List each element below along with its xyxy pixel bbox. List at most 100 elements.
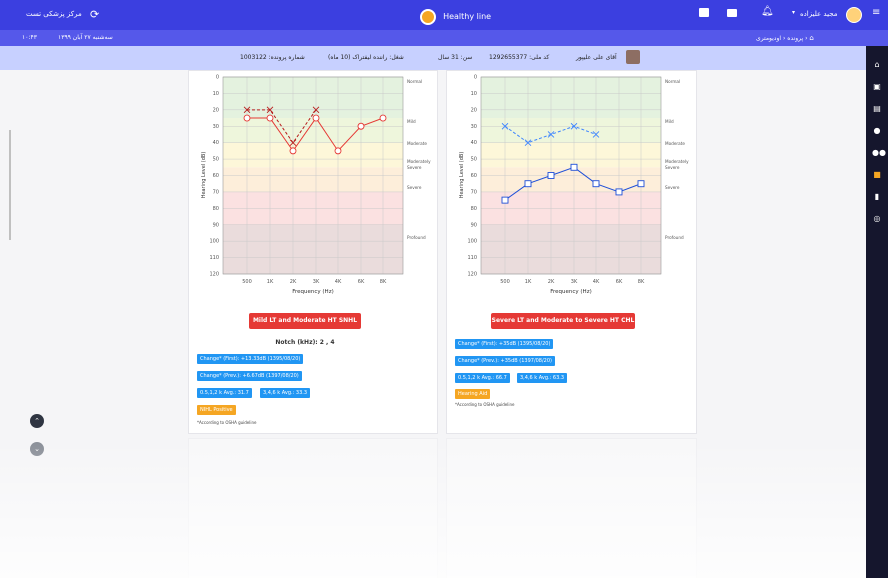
- folder-icon[interactable]: [727, 9, 737, 17]
- top-bar: ⟳ مرکز پزشکی تست Healthy line 🔔︎ ▾ مجید …: [0, 0, 888, 30]
- user-avatar[interactable]: [846, 7, 862, 23]
- left-chart-y-tick-label: 50: [213, 157, 219, 163]
- right-chart-data-point: [524, 180, 532, 188]
- right-chart-y-tick-label: 30: [471, 124, 477, 130]
- sub-bar: ۱۰:۴۳ سه‌شنبه ۲۷ آبان ۱۳۹۹ ⌂ ‹ پرونده ‹ …: [0, 30, 888, 46]
- right-chart-x-tick-label: 6K: [616, 279, 623, 285]
- left-chart-y-axis-label: Hearing Level (dB): [201, 152, 207, 199]
- left-chart-y-tick-label: 10: [213, 91, 219, 97]
- right-change-prev-chip: Change* (Prev.): +35dB (1397/08/20): [455, 356, 555, 366]
- chevron-down-icon[interactable]: ▾: [792, 9, 795, 16]
- right-chart-zone-band: [481, 77, 661, 119]
- left-chart-y-tick-label: 80: [213, 206, 219, 212]
- left-chart-zone-label: Moderate: [407, 141, 427, 146]
- users-icon[interactable]: ●●: [872, 148, 886, 158]
- app-logo[interactable]: Healthy line: [420, 6, 491, 25]
- right-chart-zone-band: [481, 142, 661, 168]
- patient-age: سن: 31 سال: [438, 54, 473, 61]
- right-chart-zone-label: Severe: [665, 185, 680, 190]
- left-chart-data-point: [243, 114, 251, 122]
- right-chart-y-tick-label: 10: [471, 91, 477, 97]
- scroll-down-button[interactable]: ⌄: [30, 442, 44, 456]
- left-audiogram-chart: NormalMildModerateModeratelySevereSevere…: [201, 75, 431, 296]
- left-high-avg-chip: 3,4,6 k Avg.: 33.3: [260, 388, 311, 398]
- right-chart-x-tick-label: 1K: [525, 279, 532, 285]
- left-chart-data-point: [266, 114, 274, 122]
- right-chart-y-tick-label: 50: [471, 157, 477, 163]
- patient-name: آقای علی علیپور: [576, 54, 617, 61]
- left-chart-y-tick-label: 30: [213, 124, 219, 130]
- right-osha-note: *According to OSHA guideline: [455, 402, 515, 407]
- notch-text: Notch (kHz): 2 , 4: [275, 339, 335, 346]
- scrollbar[interactable]: [9, 130, 11, 240]
- left-low-avg-chip: 0.5,1,2 k Avg.: 31.7: [197, 388, 252, 398]
- left-chart-data-point: [379, 114, 387, 122]
- left-osha-note: *According to OSHA guideline: [197, 420, 257, 425]
- logo-icon: [420, 8, 436, 25]
- right-chart-y-tick-label: 40: [471, 140, 477, 146]
- reflection-card-right: [446, 438, 697, 578]
- right-chart-y-tick-label: 100: [467, 239, 477, 245]
- right-sidebar: ⌂ ▣ ▤ ● ●● ■ ▮ ◎: [866, 46, 888, 578]
- right-chart-zone-band: [481, 167, 661, 192]
- right-chart-x-axis-label: Frequency (Hz): [550, 289, 591, 295]
- right-chart-zone-label: Moderately: [665, 159, 689, 164]
- reflection-card-left: [188, 438, 438, 578]
- scroll-up-button[interactable]: ⌃: [30, 414, 44, 428]
- left-diagnosis-badge: Mild LT and Moderate HT SNHL: [249, 313, 361, 329]
- right-chart-y-tick-label: 120: [467, 272, 477, 278]
- left-chart-x-tick-label: 3K: [313, 279, 320, 285]
- left-chart-zone-label: Severe: [407, 185, 422, 190]
- left-chart-y-tick-label: 60: [213, 173, 219, 179]
- breadcrumb-file[interactable]: پرونده: [787, 35, 803, 42]
- right-chart-x-tick-label: 3K: [571, 279, 578, 285]
- bell-icon[interactable]: 🔔︎: [761, 6, 774, 17]
- inbox-icon[interactable]: ▣: [872, 82, 882, 92]
- right-chart-zone-label: Profound: [665, 235, 684, 240]
- right-audiogram-chart: NormalMildModerateModeratelySevereSevere…: [459, 75, 689, 296]
- left-chart-x-tick-label: 8K: [380, 279, 387, 285]
- right-chart-x-tick-label: 8K: [638, 279, 645, 285]
- breadcrumb-home-icon[interactable]: ⌂: [809, 34, 813, 42]
- right-chart-zone-label: Moderate: [665, 141, 685, 146]
- user-icon[interactable]: ●: [872, 126, 882, 136]
- right-chart-data-point: [592, 180, 600, 188]
- folder-active-icon[interactable]: ■: [872, 170, 882, 180]
- menu-icon[interactable]: ≡: [872, 7, 880, 18]
- left-chart-zone-band: [223, 77, 403, 119]
- right-chart-x-tick-label: 2K: [548, 279, 555, 285]
- right-chart-zone-band: [481, 224, 661, 274]
- right-chart-x-tick-label: 4K: [593, 279, 600, 285]
- main-content: Normal Mild Moderate Moderately Severe Severe…: [0, 70, 866, 578]
- right-ear-card: Normal Mild Moderate Moderately Severe Severe…: [446, 70, 697, 434]
- patient-avatar: [626, 50, 640, 64]
- left-chart-y-tick-label: 20: [213, 107, 219, 113]
- left-chart-zone-label: Profound: [407, 235, 426, 240]
- right-chart-y-axis-label: Hearing Level (dB): [459, 152, 465, 199]
- left-chart-y-tick-label: 0: [216, 75, 219, 81]
- user-name[interactable]: مجید علیزاده: [800, 10, 837, 18]
- right-chart-y-tick-label: 90: [471, 222, 477, 228]
- left-chart-x-tick-label: 2K: [290, 279, 297, 285]
- left-change-prev-chip: Change* (Prev.): +6.67dB (1397/08/20): [197, 371, 302, 381]
- fingerprint-icon[interactable]: ◎: [872, 214, 882, 224]
- right-chart-zone-label: Normal: [665, 79, 680, 84]
- time-text: ۱۰:۴۳: [22, 34, 37, 41]
- refresh-icon[interactable]: ⟳: [90, 8, 99, 21]
- printer-icon[interactable]: ▤: [872, 104, 882, 114]
- right-high-avg-chip: 3,4,6 k Avg.: 63.3: [517, 373, 568, 383]
- right-chart-zone-label: Mild: [665, 119, 674, 124]
- left-nihl-chip: NIHL Positive: [197, 405, 236, 415]
- left-chart-y-tick-label: 100: [209, 239, 219, 245]
- chat-icon[interactable]: [699, 8, 709, 17]
- right-chart-y-tick-label: 110: [467, 255, 477, 261]
- left-chart-data-point: [357, 122, 365, 130]
- left-change-first-chip: Change* (First): +13.33dB (1395/08/20): [197, 354, 304, 364]
- left-ear-card: Normal Mild Moderate Moderately Severe Severe…: [188, 70, 438, 434]
- left-chart-zone-band: [223, 224, 403, 274]
- chart-icon[interactable]: ▮: [872, 192, 882, 202]
- patient-info-bar: شماره پرونده: 1003122 شغل: راننده لیفترا…: [0, 46, 866, 70]
- left-chart-data-point: [312, 114, 320, 122]
- home-icon[interactable]: ⌂: [872, 60, 882, 70]
- breadcrumb: ⌂ ‹ پرونده ‹ اودیومتری: [756, 34, 814, 42]
